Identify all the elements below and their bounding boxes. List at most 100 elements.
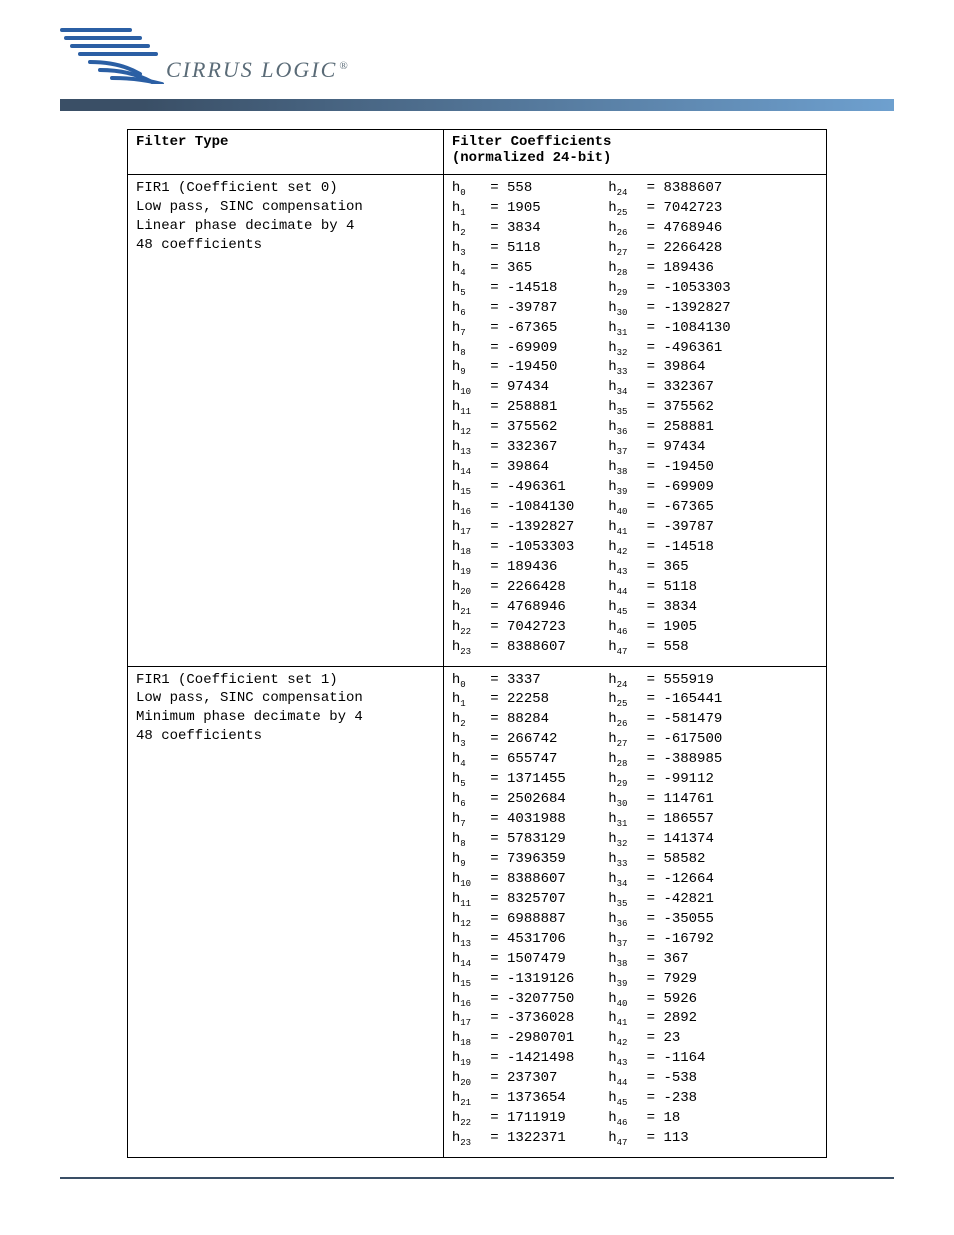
coefficient-value: = -67365 xyxy=(638,499,714,515)
coefficient-entry: h20 = 2266428 xyxy=(452,578,574,598)
brand-logo: CIRRUS LOGIC® xyxy=(60,22,954,89)
coefficient-symbol: h16 xyxy=(452,990,482,1010)
coefficient-value: = -16792 xyxy=(638,931,714,947)
filter-coefficients-table: Filter Type Filter Coefficients (normali… xyxy=(127,129,827,1158)
coefficient-entry: h37 = 97434 xyxy=(608,438,730,458)
coefficient-value: = -1053303 xyxy=(482,539,574,555)
coefficient-value: = 141374 xyxy=(638,831,714,847)
coefficient-value: = 97434 xyxy=(482,379,549,395)
coefficient-entry: h17 = -3736028 xyxy=(452,1009,574,1029)
coefficient-entry: h29 = -99112 xyxy=(608,770,722,790)
coefficient-value: = 3337 xyxy=(482,672,541,688)
coefficient-entry: h23 = 8388607 xyxy=(452,638,574,658)
coefficient-value: = 189436 xyxy=(638,260,714,276)
coefficient-entry: h1 = 22258 xyxy=(452,690,574,710)
coefficient-entry: h16 = -1084130 xyxy=(452,498,574,518)
coefficient-entry: h17 = -1392827 xyxy=(452,518,574,538)
coefficient-symbol: h4 xyxy=(452,259,482,279)
coefficient-value: = 1905 xyxy=(482,200,541,216)
coefficient-symbol: h42 xyxy=(608,538,638,558)
coefficient-entry: h46 = 18 xyxy=(608,1109,722,1129)
coefficient-entry: h45 = 3834 xyxy=(608,598,730,618)
page-header: CIRRUS LOGIC® xyxy=(0,0,954,89)
coefficient-symbol: h15 xyxy=(452,478,482,498)
coefficient-symbol: h30 xyxy=(608,790,638,810)
coefficient-entry: h46 = 1905 xyxy=(608,618,730,638)
coefficient-symbol: h47 xyxy=(608,638,638,658)
coefficient-symbol: h30 xyxy=(608,299,638,319)
coefficient-entry: h4 = 655747 xyxy=(452,750,574,770)
coefficient-entry: h2 = 3834 xyxy=(452,219,574,239)
coefficient-symbol: h31 xyxy=(608,810,638,830)
coefficient-entry: h10 = 97434 xyxy=(452,378,574,398)
coefficient-symbol: h23 xyxy=(452,638,482,658)
coefficient-value: = -1319126 xyxy=(482,971,574,987)
coefficient-symbol: h32 xyxy=(608,830,638,850)
coefficient-value: = 1373654 xyxy=(482,1090,566,1106)
coefficient-value: = 258881 xyxy=(638,419,714,435)
coefficient-symbol: h22 xyxy=(452,1109,482,1129)
coefficient-column-right: h24 = 8388607h25 = 7042723h26 = 4768946h… xyxy=(608,179,730,658)
coefficient-symbol: h14 xyxy=(452,458,482,478)
col-header-filter-type: Filter Type xyxy=(128,130,444,175)
coefficient-symbol: h34 xyxy=(608,870,638,890)
coefficient-symbol: h12 xyxy=(452,418,482,438)
coefficient-entry: h35 = 375562 xyxy=(608,398,730,418)
coefficient-entry: h15 = -496361 xyxy=(452,478,574,498)
coefficient-entry: h32 = -496361 xyxy=(608,339,730,359)
coefficient-symbol: h23 xyxy=(452,1129,482,1149)
coefficient-symbol: h20 xyxy=(452,1069,482,1089)
coefficient-symbol: h40 xyxy=(608,498,638,518)
coefficient-symbol: h39 xyxy=(608,970,638,990)
coefficient-symbol: h32 xyxy=(608,339,638,359)
coefficient-symbol: h24 xyxy=(608,671,638,691)
coefficient-entry: h7 = -67365 xyxy=(452,319,574,339)
coefficient-value: = -617500 xyxy=(638,731,722,747)
coefficient-entry: h19 = 189436 xyxy=(452,558,574,578)
coefficient-value: = 4768946 xyxy=(638,220,722,236)
coefficient-symbol: h25 xyxy=(608,690,638,710)
coefficient-entry: h18 = -1053303 xyxy=(452,538,574,558)
coefficient-symbol: h24 xyxy=(608,179,638,199)
coefficient-value: = 2502684 xyxy=(482,791,566,807)
coefficient-value: = 367 xyxy=(638,951,688,967)
coefficient-entry: h27 = 2266428 xyxy=(608,239,730,259)
coefficient-symbol: h26 xyxy=(608,710,638,730)
coefficient-value: = 8388607 xyxy=(482,871,566,887)
page: CIRRUS LOGIC® Filter Type Filter Coeffic… xyxy=(0,0,954,1235)
coefficient-entry: h5 = -14518 xyxy=(452,279,574,299)
coefficient-value: = -1421498 xyxy=(482,1050,574,1066)
coefficient-value: = -1084130 xyxy=(482,499,574,515)
coefficient-value: = -42821 xyxy=(638,891,714,907)
coefficient-value: = -1053303 xyxy=(638,280,730,296)
coefficient-entry: h47 = 558 xyxy=(608,638,730,658)
coefficient-entry: h34 = -12664 xyxy=(608,870,722,890)
coefficient-value: = 237307 xyxy=(482,1070,558,1086)
coefficient-entry: h32 = 141374 xyxy=(608,830,722,850)
coefficient-symbol: h34 xyxy=(608,378,638,398)
coefficient-symbol: h44 xyxy=(608,578,638,598)
coefficient-entry: h33 = 39864 xyxy=(608,358,730,378)
coefficient-entry: h19 = -1421498 xyxy=(452,1049,574,1069)
coefficient-value: = -496361 xyxy=(482,479,566,495)
coefficient-value: = 6988887 xyxy=(482,911,566,927)
coefficient-symbol: h5 xyxy=(452,279,482,299)
coefficient-value: = -39787 xyxy=(638,519,714,535)
coefficient-symbol: h19 xyxy=(452,558,482,578)
coefficient-value: = 5783129 xyxy=(482,831,566,847)
coefficient-symbol: h1 xyxy=(452,199,482,219)
coefficient-entry: h12 = 375562 xyxy=(452,418,574,438)
coefficient-entry: h31 = 186557 xyxy=(608,810,722,830)
coefficient-symbol: h44 xyxy=(608,1069,638,1089)
coefficient-entry: h24 = 555919 xyxy=(608,671,722,691)
coefficient-value: = -165441 xyxy=(638,691,722,707)
coefficient-value: = -14518 xyxy=(482,280,558,296)
coefficient-entry: h29 = -1053303 xyxy=(608,279,730,299)
coefficient-symbol: h36 xyxy=(608,910,638,930)
coefficient-value: = 1322371 xyxy=(482,1130,566,1146)
coefficient-entry: h36 = 258881 xyxy=(608,418,730,438)
coefficient-symbol: h5 xyxy=(452,770,482,790)
coefficient-entry: h15 = -1319126 xyxy=(452,970,574,990)
coefficient-symbol: h14 xyxy=(452,950,482,970)
coefficient-value: = -1392827 xyxy=(482,519,574,535)
